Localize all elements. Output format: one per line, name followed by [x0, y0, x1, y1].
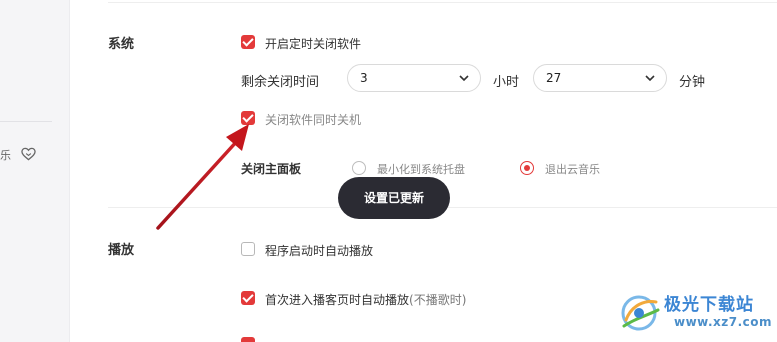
watermark-title: 极光下载站: [664, 295, 754, 315]
heart-icon[interactable]: [21, 147, 36, 161]
hours-unit-label: 小时: [493, 75, 520, 90]
autoplay-podcast-label: 首次进入播客页时自动播放(不播歌时): [265, 291, 466, 308]
sidebar-divider: [0, 121, 52, 122]
watermark-logo-icon: [621, 295, 660, 331]
timer-close-label: 开启定时关闭软件: [265, 37, 362, 51]
chevron-down-icon: [459, 75, 469, 82]
autoplay-podcast-checkbox[interactable]: [241, 291, 255, 305]
timer-close-checkbox[interactable]: [241, 35, 255, 49]
partial-checkbox[interactable]: [241, 337, 255, 342]
settings-updated-toast: 设置已更新: [338, 177, 450, 219]
minimize-to-tray-label: 最小化到系统托盘: [377, 163, 465, 176]
top-divider: [108, 2, 777, 3]
watermark: 极光下载站 www.xz7.com: [616, 288, 774, 338]
hours-select-value: 3: [360, 71, 368, 85]
minutes-select[interactable]: 27: [533, 64, 667, 92]
chevron-down-icon: [645, 75, 655, 82]
autoplay-on-start-checkbox[interactable]: [241, 242, 255, 256]
hours-select[interactable]: 3: [347, 64, 481, 92]
remaining-time-label: 剩余关闭时间: [241, 75, 320, 90]
shutdown-label: 关闭软件同时关机: [265, 113, 362, 127]
left-sidebar: 乐: [0, 0, 70, 342]
minutes-select-value: 27: [546, 71, 562, 85]
exit-app-radio[interactable]: [520, 161, 534, 175]
minimize-to-tray-radio[interactable]: [352, 161, 366, 175]
section-title-playback: 播放: [108, 243, 135, 258]
autoplay-podcast-main-text: 首次进入播客页时自动播放: [265, 293, 410, 307]
minutes-unit-label: 分钟: [679, 75, 706, 90]
annotation-arrow-icon: [156, 124, 249, 230]
autoplay-podcast-suffix: (不播歌时): [409, 293, 467, 307]
sidebar-item-label: 乐: [0, 149, 11, 162]
exit-app-label: 退出云音乐: [545, 163, 600, 176]
autoplay-on-start-label: 程序启动时自动播放: [265, 244, 374, 258]
section-title-system: 系统: [108, 37, 135, 52]
watermark-url: www.xz7.com: [674, 315, 773, 329]
